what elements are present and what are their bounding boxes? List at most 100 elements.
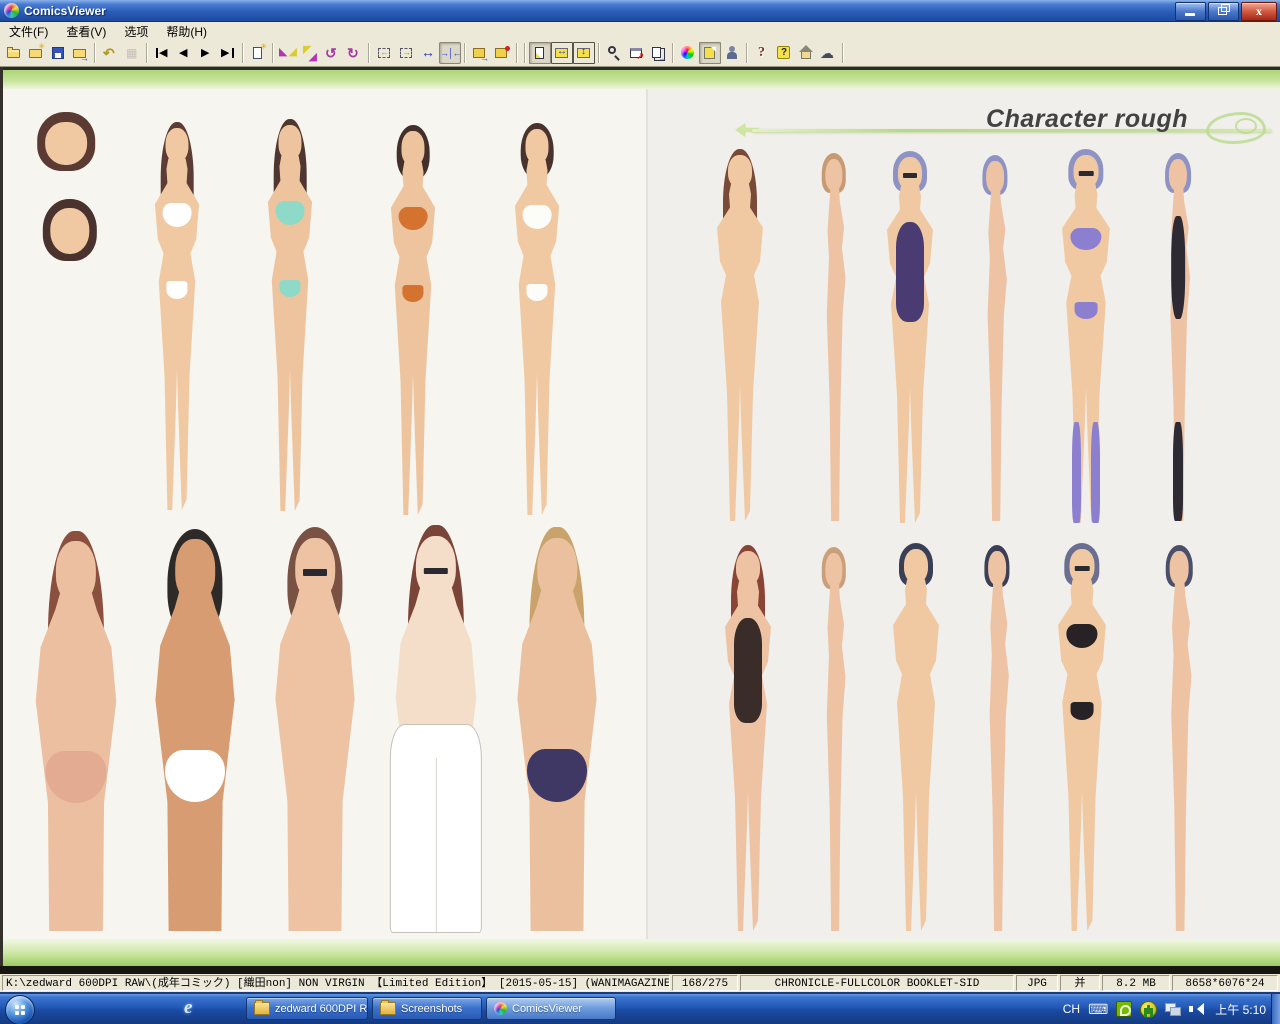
previous-page-button[interactable]	[173, 42, 195, 64]
last-page-button[interactable]	[217, 42, 239, 64]
mascot-button[interactable]	[817, 42, 839, 64]
desktop: ComicsViewer x 文件(F)查看(V)选项帮助(H) Charact…	[0, 0, 1280, 1024]
minimize-icon	[1185, 13, 1195, 16]
fit-width-button[interactable]	[551, 42, 573, 64]
first-page-button[interactable]	[151, 42, 173, 64]
flip-vertical-button[interactable]	[299, 42, 321, 64]
fit-height-button[interactable]	[573, 42, 595, 64]
taskbar-clock[interactable]: 上午 5:10	[1215, 1001, 1266, 1018]
center-pages-button[interactable]	[439, 42, 461, 64]
figure-head	[165, 128, 188, 162]
fit-width-icon	[554, 45, 570, 61]
figure-body	[1140, 581, 1218, 931]
view-original-size-button[interactable]	[529, 42, 551, 64]
toolbar-separator	[516, 43, 518, 63]
figure-swimsuit-bottom	[402, 285, 423, 303]
double-page-mode-button[interactable]	[699, 42, 721, 64]
extract-file-button[interactable]	[69, 42, 91, 64]
restore-icon	[1218, 7, 1227, 15]
show-desktop-button[interactable]	[1271, 994, 1280, 1024]
save-icon	[50, 45, 66, 61]
figure-head	[825, 159, 842, 191]
auto-play-button[interactable]	[721, 42, 743, 64]
stretch-width-icon	[420, 45, 436, 61]
resize-window-icon	[628, 45, 644, 61]
rotate-right-icon	[346, 45, 362, 61]
figure-head	[1170, 551, 1189, 585]
zoom-button[interactable]	[603, 42, 625, 64]
multi-page-view-button[interactable]	[647, 42, 669, 64]
menu-item-1[interactable]: 查看(V)	[57, 22, 115, 41]
center-pages-icon	[442, 45, 458, 61]
edit-bookmark-icon	[494, 45, 510, 61]
menu-item-3[interactable]: 帮助(H)	[157, 22, 216, 41]
figure-bikini-orange	[365, 125, 461, 515]
open-file-button[interactable]	[3, 42, 25, 64]
next-page-icon	[198, 45, 214, 61]
volume-tray-icon[interactable]	[1189, 1002, 1203, 1016]
rotate-left-button[interactable]	[321, 42, 343, 64]
figure-head	[56, 541, 96, 603]
toolbar	[0, 40, 1280, 67]
stretch-width-button[interactable]	[417, 42, 439, 64]
open-folder-button[interactable]	[25, 42, 47, 64]
figure-head	[986, 161, 1004, 193]
toolbar-separator	[524, 43, 526, 63]
undo-button[interactable]	[99, 42, 121, 64]
color-adjust-button[interactable]	[677, 42, 699, 64]
save-button[interactable]	[47, 42, 69, 64]
toolbar-separator	[368, 43, 370, 63]
keyboard-icon[interactable]: ⌨	[1088, 1001, 1108, 1018]
taskbar-button-label: zedward 600DPI R...	[275, 1003, 368, 1015]
rotate-right-button[interactable]	[343, 42, 365, 64]
edit-bookmark-button[interactable]	[491, 42, 513, 64]
window-title: ComicsViewer	[24, 4, 106, 18]
about-button[interactable]	[773, 42, 795, 64]
system-tray: CH ⌨ 上午 5:10	[1063, 994, 1266, 1024]
language-indicator[interactable]: CH	[1063, 1002, 1080, 1016]
figure-body	[866, 579, 966, 931]
color-adjust-icon	[680, 45, 696, 61]
trim-left-button[interactable]	[373, 42, 395, 64]
figure-swimsuit	[1171, 216, 1185, 319]
figure-swimsuit-bottom	[1075, 302, 1098, 319]
next-page-button[interactable]	[195, 42, 217, 64]
homepage-icon	[798, 45, 814, 61]
app-logo-icon	[4, 3, 19, 18]
network-tray-icon[interactable]	[1165, 1003, 1181, 1016]
figure-lingerie-lavender	[1034, 149, 1138, 523]
undo-icon	[102, 45, 118, 61]
page-top-edge	[0, 67, 1280, 70]
figure-rough-side-2	[958, 155, 1032, 521]
start-button[interactable]	[5, 995, 35, 1024]
folder-icon	[380, 1002, 396, 1015]
page-bottom-edge	[0, 966, 1280, 974]
menu-item-0[interactable]: 文件(F)	[0, 22, 57, 41]
page-decor-band-top	[3, 70, 1280, 89]
minimize-button[interactable]	[1175, 2, 1206, 21]
flip-horizontal-button[interactable]	[277, 42, 299, 64]
comic-page-canvas[interactable]: Character rough	[0, 67, 1280, 974]
figure-stocking	[1091, 422, 1099, 523]
close-button[interactable]: x	[1241, 2, 1277, 21]
new-window-icon	[250, 45, 266, 61]
homepage-button[interactable]	[795, 42, 817, 64]
restore-button[interactable]	[1208, 2, 1239, 21]
toolbar-separator	[464, 43, 466, 63]
trim-right-button[interactable]	[395, 42, 417, 64]
title-bar: ComicsViewer x	[0, 0, 1280, 22]
taskbar-button-zedward-600dpi-r-[interactable]: zedward 600DPI R...	[246, 997, 368, 1020]
menu-item-2[interactable]: 选项	[115, 22, 157, 41]
figure-rough-side-4	[960, 545, 1034, 931]
help-button[interactable]	[751, 42, 773, 64]
antivirus-tray-icon[interactable]	[1140, 1001, 1157, 1018]
internet-explorer-icon[interactable]	[184, 1000, 202, 1020]
taskbar-button-screenshots[interactable]: Screenshots	[372, 997, 482, 1020]
taskbar-button-comicsviewer[interactable]: ComicsViewer	[486, 997, 616, 1020]
figure-bikini-teal	[242, 119, 338, 511]
goto-bookmark-button[interactable]	[469, 42, 491, 64]
resize-window-button[interactable]	[625, 42, 647, 64]
new-window-button[interactable]	[247, 42, 269, 64]
nvidia-tray-icon[interactable]	[1116, 1001, 1132, 1017]
taskbar-button-label: Screenshots	[401, 1003, 462, 1015]
